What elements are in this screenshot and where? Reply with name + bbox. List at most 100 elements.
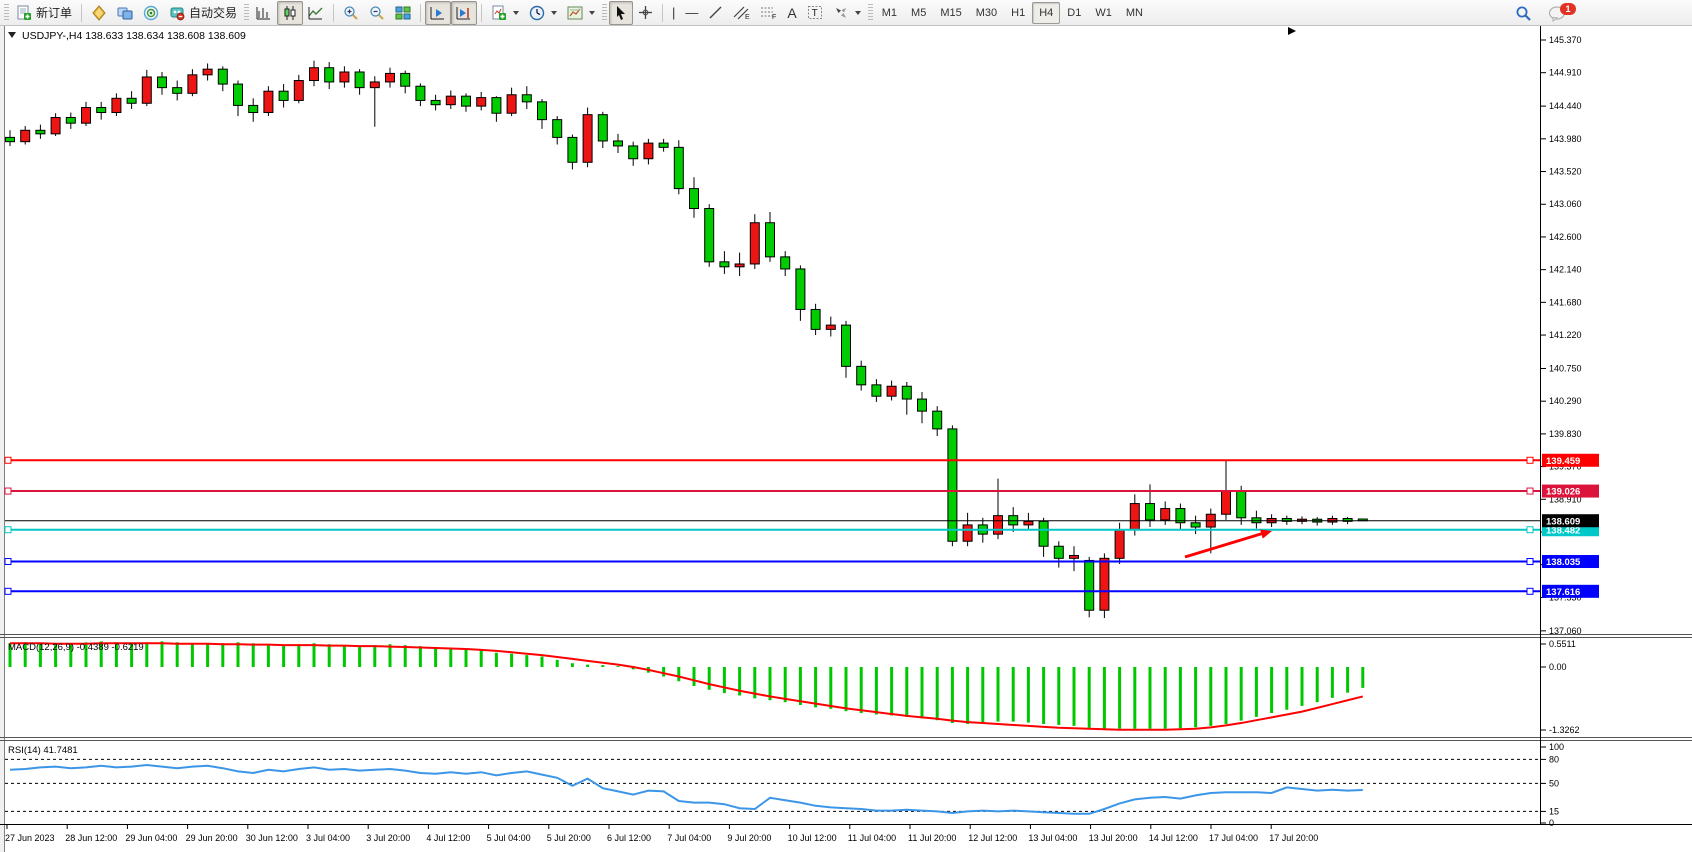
line-handle[interactable] [5,559,11,565]
macd-axis-label: 0.5511 [1549,639,1576,649]
chart-title: USDJPY-,H4 138.633 138.634 138.608 138.6… [22,30,246,42]
zoom-out-button[interactable] [364,1,390,25]
svg-text:139.026: 139.026 [1546,487,1580,498]
dropdown-arrow-icon[interactable] [551,11,557,15]
price-tick-label: 140.750 [1549,363,1582,373]
line-chart-icon [308,5,324,21]
separator [662,4,663,22]
candle [1054,546,1063,558]
template-icon [567,5,583,21]
auto-trading-label: 自动交易 [189,4,237,21]
zoom-out-icon [369,5,385,21]
date-tick-label: 17 Jul 04:00 [1209,833,1258,843]
line-chart-type-button[interactable] [303,1,329,25]
line-handle[interactable] [5,457,11,463]
crosshair-tool-button[interactable] [633,1,658,25]
notifications-button[interactable]: 1 [1543,1,1571,25]
line-handle[interactable] [5,488,11,494]
chart-area[interactable]: USDJPY-,H4 138.633 138.634 138.608 138.6… [0,26,1692,852]
date-tick-label: 11 Jul 20:00 [908,833,956,843]
candle [386,73,395,82]
candle [203,69,212,75]
svg-text:T: T [811,8,817,19]
candle [933,411,942,429]
toolbar-grip[interactable] [868,4,873,22]
dropdown-arrow-icon[interactable] [589,11,595,15]
date-tick-label: 4 Jul 12:00 [426,833,470,843]
text-label-tool-button[interactable]: T [802,1,828,25]
timeframe-h1-button[interactable]: H1 [1004,2,1032,24]
robot-icon [169,5,185,21]
arrows-tool-button[interactable] [828,1,866,25]
toolbar-grip[interactable] [602,4,607,22]
timeframe-mn-button[interactable]: MN [1119,2,1150,24]
zoom-in-button[interactable] [338,1,364,25]
rsi-label: RSI(14) 41.7481 [8,745,78,756]
rsi-axis-label: 0 [1549,818,1554,828]
price-tick-label: 143.060 [1549,199,1582,209]
periods-button[interactable] [524,1,562,25]
chart-shift-button[interactable] [451,1,477,25]
line-handle[interactable] [5,588,11,594]
candle [644,143,653,159]
templates-button[interactable] [562,1,600,25]
price-tag: 139.026 [1542,485,1599,498]
candle [249,105,258,112]
dropdown-arrow-icon[interactable] [513,11,519,15]
line-handle[interactable] [1527,457,1533,463]
text-tool-button[interactable]: A [782,1,801,25]
new-order-button[interactable]: 新订单 [11,1,77,25]
chart-canvas[interactable]: USDJPY-,H4 138.633 138.634 138.608 138.6… [0,26,1692,852]
signal-button[interactable] [138,1,164,25]
cursor-tool-button[interactable] [609,1,633,25]
candle [553,120,562,138]
auto-trading-button[interactable]: 自动交易 [164,1,242,25]
auto-scroll-button[interactable] [425,1,451,25]
vertical-line-icon: | [672,5,675,20]
line-handle[interactable] [5,527,11,533]
timeframe-m1-button[interactable]: M1 [875,2,904,24]
tile-windows-icon [395,5,411,21]
macd-axis-label: 0.00 [1549,662,1567,672]
price-tick-label: 144.910 [1549,68,1582,78]
candle [750,223,759,264]
date-tick-label: 5 Jul 04:00 [487,833,531,843]
timeframe-w1-button[interactable]: W1 [1088,2,1119,24]
candle [766,223,775,257]
candle [948,429,957,541]
trendline-tool-button[interactable] [703,1,728,25]
line-handle[interactable] [1527,527,1533,533]
line-handle[interactable] [1527,488,1533,494]
channel-tool-button[interactable]: E [728,1,755,25]
candlestick-chart-type-button[interactable] [277,1,303,25]
horizontal-line-tool-button[interactable]: — [680,1,703,25]
timeframe-h4-button[interactable]: H4 [1032,2,1060,24]
candle [735,264,744,267]
indicators-button[interactable] [486,1,524,25]
search-button[interactable] [1510,1,1537,25]
bar-chart-type-button[interactable] [251,1,277,25]
tile-windows-button[interactable] [390,1,416,25]
candle [659,143,668,147]
timeframe-m5-button[interactable]: M5 [904,2,933,24]
line-handle[interactable] [1527,559,1533,565]
charts-window-button[interactable] [112,1,138,25]
toolbar-grip[interactable] [244,4,249,22]
line-handle[interactable] [1527,588,1533,594]
profile-button[interactable] [86,1,112,25]
timeframe-m15-button[interactable]: M15 [933,2,968,24]
timeframe-d1-button[interactable]: D1 [1060,2,1088,24]
fibonacci-icon: F [760,5,777,20]
candle [355,72,364,88]
vertical-line-tool-button[interactable]: | [667,1,680,25]
candle [1070,555,1079,558]
fibonacci-tool-button[interactable]: F [755,1,782,25]
toolbar-grip[interactable] [4,4,9,22]
candle [918,399,927,411]
dropdown-arrow-icon[interactable] [855,11,861,15]
timeframe-m30-button[interactable]: M30 [969,2,1004,24]
candle [112,98,121,112]
candle [614,141,623,146]
date-tick-label: 11 Jul 04:00 [848,833,896,843]
candle [446,96,455,105]
